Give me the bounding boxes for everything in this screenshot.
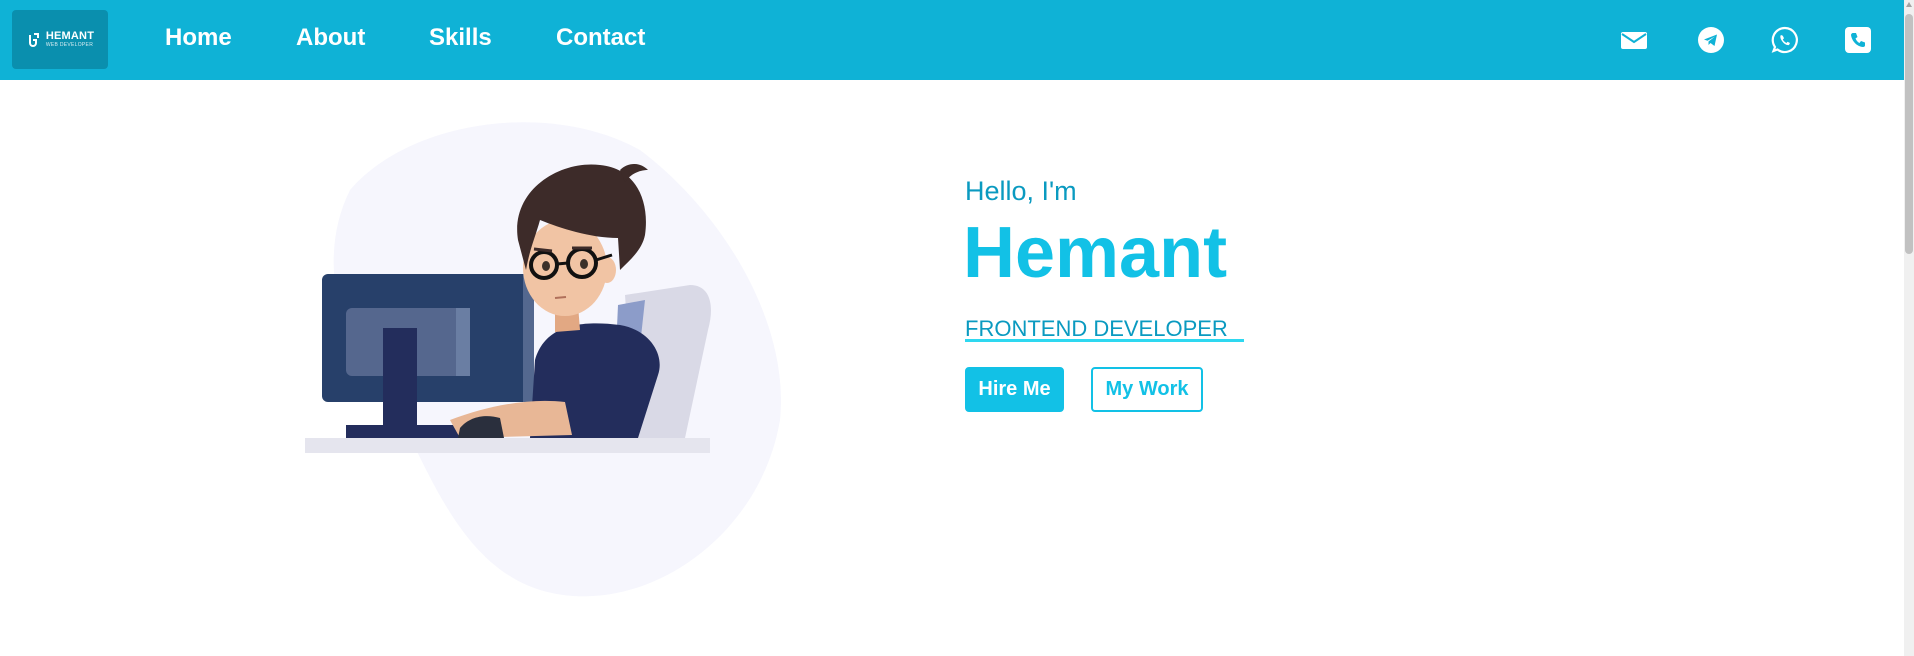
phone-icon[interactable] bbox=[1844, 26, 1872, 54]
my-work-button[interactable]: My Work bbox=[1091, 367, 1203, 412]
developer-illustration bbox=[305, 122, 781, 597]
mail-icon[interactable] bbox=[1620, 26, 1648, 54]
desk bbox=[305, 438, 710, 453]
hero-greeting: Hello, I'm bbox=[965, 176, 1077, 206]
telegram-icon[interactable] bbox=[1697, 26, 1725, 54]
scroll-up-arrow-icon[interactable] bbox=[1906, 2, 1912, 7]
role-underline bbox=[965, 339, 1244, 342]
hero-name: Hemant bbox=[963, 213, 1228, 293]
nav-link-about[interactable]: About bbox=[296, 24, 365, 52]
nav-link-skills[interactable]: Skills bbox=[429, 24, 492, 52]
whatsapp-icon[interactable] bbox=[1771, 26, 1799, 54]
hire-me-button[interactable]: Hire Me bbox=[965, 367, 1064, 412]
scroll-thumb[interactable] bbox=[1905, 14, 1913, 254]
nav-link-home[interactable]: Home bbox=[165, 24, 232, 52]
nav-link-contact[interactable]: Contact bbox=[556, 24, 645, 52]
navbar: HEMANT WEB DEVELOPER Home About Skills C… bbox=[0, 0, 1904, 80]
logo-mark-icon bbox=[28, 32, 39, 47]
page-scrollbar[interactable] bbox=[1904, 0, 1914, 656]
logo[interactable]: HEMANT WEB DEVELOPER bbox=[12, 10, 108, 69]
logo-name: HEMANT bbox=[45, 30, 95, 42]
logo-tagline: WEB DEVELOPER bbox=[45, 42, 94, 48]
